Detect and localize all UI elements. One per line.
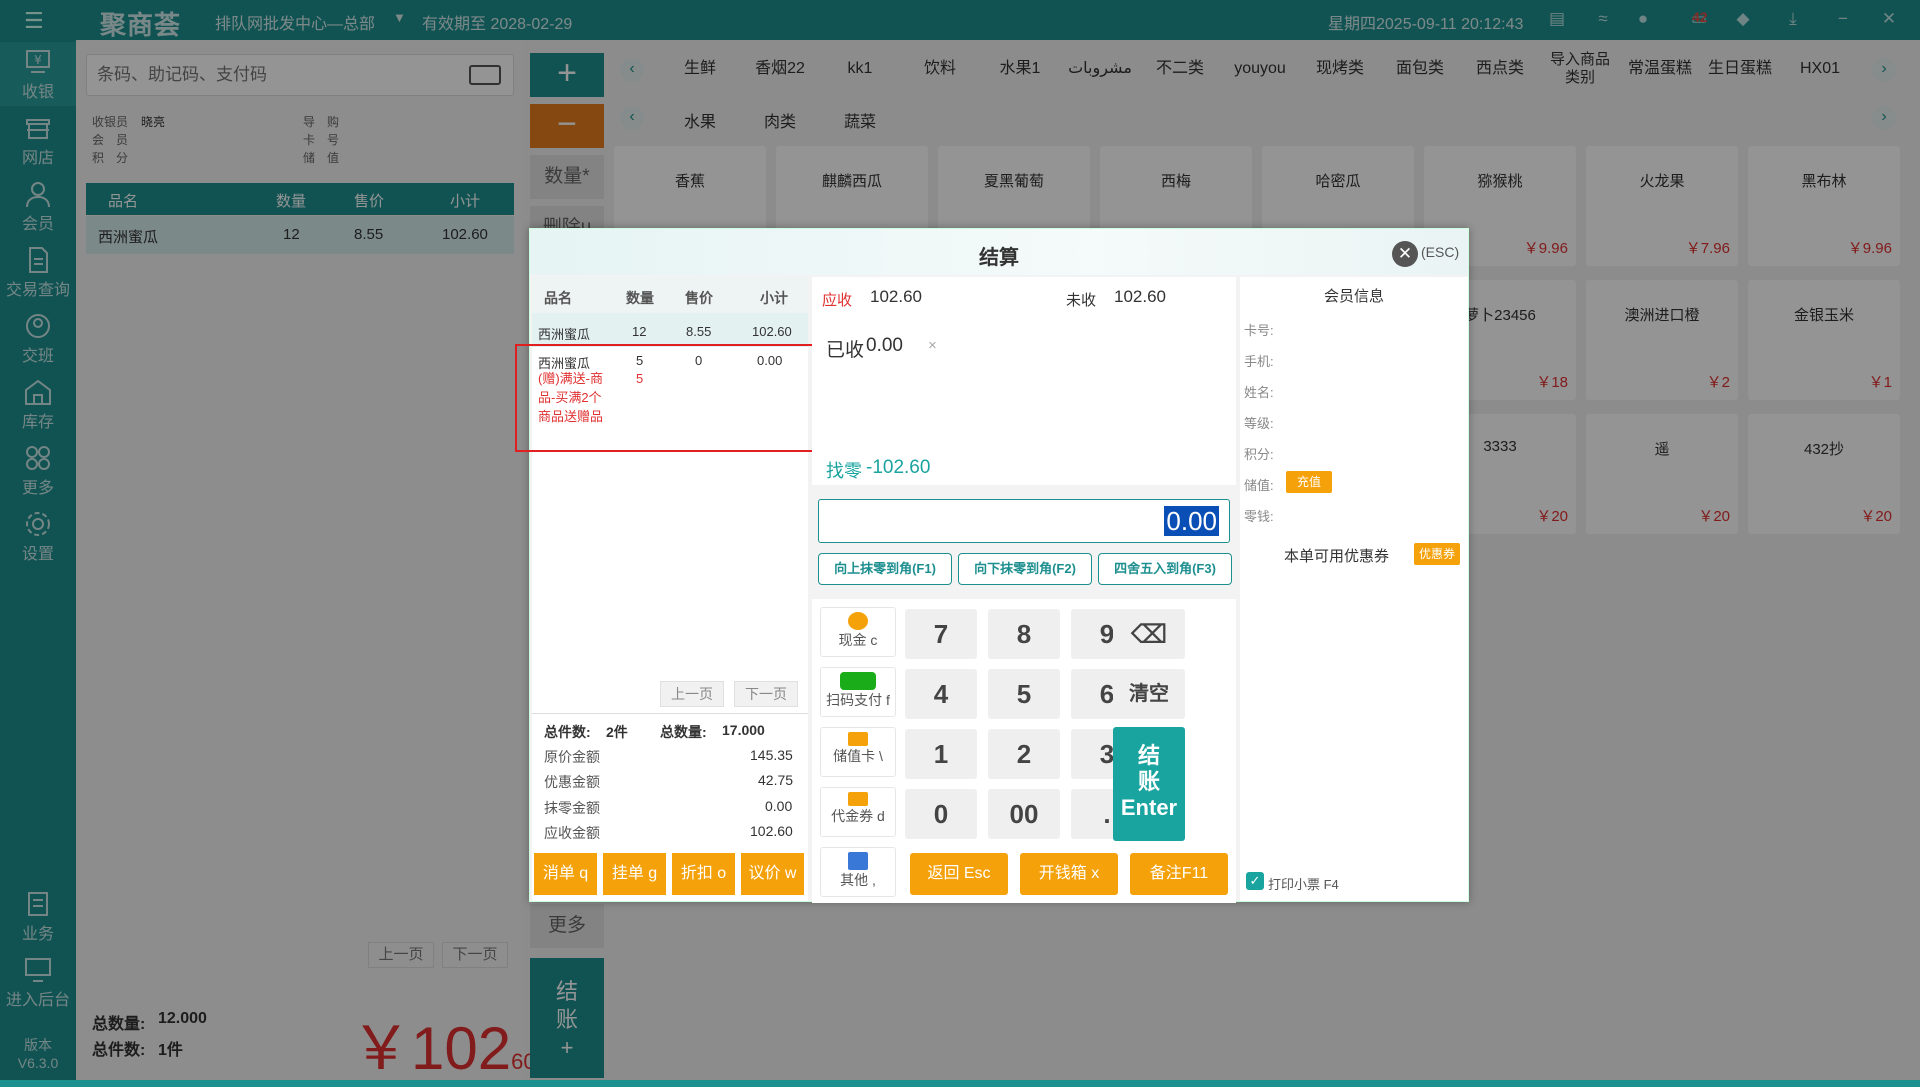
column-header: 数量	[626, 290, 654, 306]
rounding-amount: 0.00	[765, 798, 793, 814]
change-amount: -102.60	[866, 457, 931, 478]
apps-icon	[848, 852, 868, 870]
item-price: 8.55	[686, 324, 712, 339]
original-amount: 145.35	[750, 747, 793, 763]
unpaid-label: 未收	[1066, 292, 1097, 309]
enter-line3: Enter	[1120, 795, 1178, 820]
highlight-box	[515, 344, 815, 452]
note-button[interactable]: 备注F11	[1130, 853, 1228, 895]
discount-amount: 42.75	[758, 772, 794, 788]
member-level-label: 等级:	[1244, 416, 1274, 431]
cancel-order-button[interactable]: 消单 q	[534, 853, 597, 895]
discount-button[interactable]: 折扣 o	[672, 853, 735, 895]
open-drawer-button[interactable]: 开钱箱 x	[1020, 853, 1118, 895]
key-7[interactable]: 7	[905, 609, 977, 659]
key-2[interactable]: 2	[988, 729, 1060, 779]
discount-amount-label: 优惠金额	[544, 774, 600, 790]
checkout-dialog: 结算 ✕ (ESC) 品名 数量 售价 小计 西洲蜜瓜 12 8.55 102.…	[515, 228, 1469, 903]
pay-method-label: 扫码支付 f	[826, 692, 890, 708]
clear-button[interactable]: 清空	[1113, 669, 1185, 719]
scan-pay-button[interactable]: 扫码支付 f	[820, 667, 896, 717]
due-label: 应收	[822, 292, 853, 309]
received-amount: 0.00	[866, 335, 903, 356]
order-summary: 总件数: 2件 总数量: 17.000 原价金额 145.35 优惠金额 42.…	[532, 713, 808, 843]
column-header: 售价	[685, 290, 713, 306]
key-5[interactable]: 5	[988, 669, 1060, 719]
print-receipt-checkbox[interactable]: ✓	[1246, 872, 1264, 890]
stored-card-pay-button[interactable]: 储值卡 \	[820, 727, 896, 777]
close-icon[interactable]: ✕	[1392, 241, 1418, 267]
member-balance-label: 储值:	[1244, 478, 1274, 493]
key-0[interactable]: 0	[905, 789, 977, 839]
item-subtotal: 102.60	[752, 324, 792, 339]
next-page-button[interactable]: 下一页	[734, 681, 798, 707]
receivable-amount: 102.60	[750, 823, 793, 839]
pay-method-label: 储值卡 \	[833, 748, 883, 764]
back-button[interactable]: 返回 Esc	[910, 853, 1008, 895]
print-receipt-label: 打印小票 F4	[1268, 877, 1339, 892]
card-icon	[848, 732, 868, 746]
confirm-checkout-button[interactable]: 结 账 Enter	[1113, 727, 1185, 841]
hold-order-button[interactable]: 挂单 g	[603, 853, 666, 895]
original-amount-label: 原价金额	[544, 749, 600, 765]
member-panel: 会员信息 卡号: 手机: 姓名: 等级: 积分: 储值: 充值 零钱: 本单可用…	[1240, 277, 1468, 901]
member-change-label: 零钱:	[1244, 509, 1274, 524]
cash-pay-button[interactable]: 现金 c	[820, 607, 896, 657]
received-label: 已收	[826, 340, 865, 361]
coupon-label: 本单可用优惠券	[1284, 548, 1390, 565]
due-amount: 102.60	[870, 287, 922, 306]
payment-status: 应收 102.60 未收 102.60 已收 0.00 × 找零 -102.60	[812, 277, 1236, 485]
amount-input-value: 0.00	[1164, 506, 1219, 536]
amount-input[interactable]: 0.00	[818, 499, 1230, 543]
order-items-panel: 品名 数量 售价 小计 西洲蜜瓜 12 8.55 102.60 西洲蜜瓜 5 0…	[515, 277, 815, 901]
total-items-label: 总件数:	[544, 724, 591, 740]
rounding-amount-label: 抹零金额	[544, 800, 600, 816]
total-qty: 17.000	[722, 722, 765, 738]
change-label: 找零	[826, 461, 862, 481]
member-phone-label: 手机:	[1244, 354, 1274, 369]
item-name: 西洲蜜瓜	[538, 327, 591, 342]
qr-pay-icon	[840, 672, 876, 690]
round-half-button[interactable]: 四舍五入到角(F3)	[1098, 553, 1232, 585]
pay-method-label: 其他 ,	[840, 872, 876, 888]
bargain-button[interactable]: 议价 w	[741, 853, 804, 895]
pay-method-label: 现金 c	[838, 632, 878, 648]
total-qty-label: 总数量:	[660, 724, 707, 740]
recharge-button[interactable]: 充值	[1286, 471, 1332, 493]
pay-method-label: 代金券 d	[831, 808, 885, 824]
enter-line1: 结	[1137, 743, 1160, 768]
member-card-label: 卡号:	[1244, 323, 1274, 338]
round-up-button[interactable]: 向上抹零到角(F1)	[818, 553, 952, 585]
column-header: 小计	[760, 290, 788, 306]
unpaid-amount: 102.60	[1114, 287, 1166, 306]
dialog-header: 结算 ✕ (ESC)	[530, 229, 1468, 275]
member-name-label: 姓名:	[1244, 385, 1274, 400]
coin-icon	[848, 612, 868, 630]
coupon-button[interactable]: 优惠券	[1414, 543, 1460, 565]
round-down-button[interactable]: 向下抹零到角(F2)	[958, 553, 1092, 585]
pos-app: ☰ 聚商荟 排队网批发中心—总部 ▼ 有效期至 2028-02-29 星期四20…	[0, 0, 1920, 1082]
table-row[interactable]: 西洲蜜瓜 12 8.55 102.60	[532, 313, 808, 347]
backspace-icon: ⌫	[1130, 619, 1168, 649]
voucher-icon	[848, 792, 868, 806]
key-8[interactable]: 8	[988, 609, 1060, 659]
key-4[interactable]: 4	[905, 669, 977, 719]
receivable-amount-label: 应收金额	[544, 825, 600, 841]
voucher-pay-button[interactable]: 代金券 d	[820, 787, 896, 837]
prev-page-button[interactable]: 上一页	[660, 681, 724, 707]
esc-hint: (ESC)	[1421, 244, 1460, 260]
other-pay-button[interactable]: 其他 ,	[820, 847, 896, 897]
total-items: 2件	[606, 724, 628, 740]
enter-line2: 账	[1137, 769, 1160, 794]
item-qty: 12	[632, 324, 647, 339]
dialog-title: 结算	[979, 247, 1019, 269]
backspace-button[interactable]: ⌫	[1113, 609, 1185, 659]
member-points-label: 积分:	[1244, 447, 1274, 462]
key-00[interactable]: 00	[988, 789, 1060, 839]
column-header: 品名	[544, 290, 572, 306]
key-1[interactable]: 1	[905, 729, 977, 779]
member-title: 会员信息	[1323, 288, 1384, 305]
remove-icon[interactable]: ×	[928, 337, 937, 354]
order-table-header: 品名 数量 售价 小计	[532, 277, 808, 313]
